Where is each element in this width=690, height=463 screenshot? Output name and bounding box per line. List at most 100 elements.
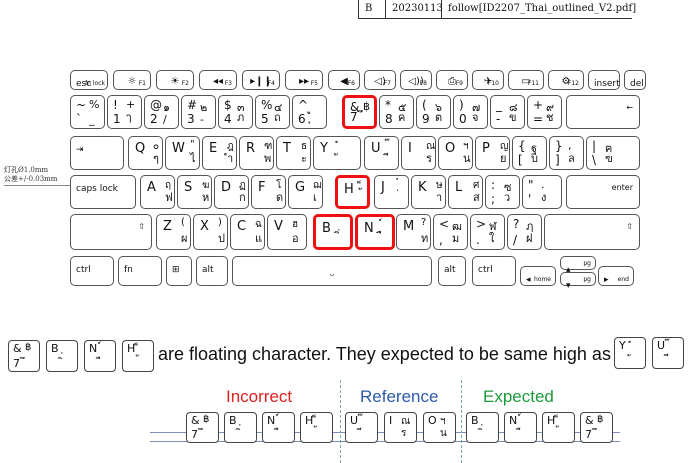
key-number_row-10[interactable]: ) 0 ๗จ	[453, 95, 488, 129]
key-home_row-2[interactable]: Sฆห	[177, 175, 212, 209]
divider-1	[340, 380, 341, 463]
key-shift-label: #	[187, 98, 198, 112]
key-function_row-7[interactable]: ◁) F7	[364, 70, 396, 90]
key-function_row-6[interactable]: ◀ F6	[328, 70, 360, 90]
key-shift_row-8[interactable]: <, ฒม	[433, 214, 468, 250]
key-number_row-6[interactable]: ^6ูุ	[292, 95, 327, 129]
key-number_row-4[interactable]: $4 ๓ภ	[218, 95, 253, 129]
key-function_row-8[interactable]: ◁)) F8	[400, 70, 432, 90]
key-bottom_row-0[interactable]: ctrl	[70, 256, 114, 286]
key-function-label: F5	[310, 80, 318, 87]
key-qwerty_row-8[interactable]: Iณร	[401, 136, 436, 170]
key-shift_row-0[interactable]: ⇧	[70, 214, 152, 250]
key-home_row-1[interactable]: Aฤฟ	[140, 175, 175, 209]
key-function_row-13[interactable]: insert	[588, 70, 620, 90]
key-qwerty_row-4[interactable]: Rฑพ	[239, 136, 274, 170]
key-home_row-10[interactable]: :; ซว	[485, 175, 520, 209]
key-bottom_row-10[interactable]: ▸ end	[598, 266, 634, 286]
key-shift_row-1[interactable]: Z (ผ	[156, 214, 191, 250]
key-qwerty_row-1[interactable]: Q๐ๆ	[128, 136, 163, 170]
key-shift_row-6[interactable]: N์ื	[355, 214, 395, 250]
key-home_row-5[interactable]: Gฌเ	[288, 175, 323, 209]
key-bottom_row-6[interactable]: ctrl	[472, 256, 516, 286]
key-shift_row-11[interactable]: ⇧	[544, 214, 640, 250]
key-shift_row-2[interactable]: X) ป	[193, 214, 228, 250]
key-number_row-0[interactable]: ~ `% _	[70, 95, 105, 129]
key-function_row-1[interactable]: ☼ F1	[113, 70, 151, 90]
key-home_row-11[interactable]: " '. ง	[522, 175, 562, 209]
key-home_row-9[interactable]: Lศส	[448, 175, 483, 209]
key-base-label: ,	[439, 233, 443, 247]
key-bottom_row-3[interactable]: alt	[196, 256, 228, 286]
key-shift-label: ~	[76, 98, 87, 112]
key-qwerty_row-3[interactable]: Eฎำ	[202, 136, 237, 170]
key-qwerty_row-13[interactable]: | \ ฅฃ	[586, 136, 640, 170]
key-sub-label: pg	[583, 276, 591, 283]
key-number_row-3[interactable]: #3 ๒-	[181, 95, 216, 129]
key-number_row-12[interactable]: + = ๙ช	[527, 95, 562, 129]
key-thai-label: ำ	[227, 152, 234, 165]
key-number_row-8[interactable]: * 8 ๕ค	[379, 95, 414, 129]
key-qwerty_row-12[interactable]: }], ล	[549, 136, 584, 170]
key-base-label: /	[513, 233, 518, 247]
sample-key-amp: &7฿ึ	[186, 412, 219, 443]
key-function_row-4[interactable]: ▸❙❙ F4	[242, 70, 280, 90]
sample-key-h: H็้	[300, 412, 333, 443]
key-function_row-9[interactable]: ⎙ F9	[436, 70, 468, 90]
key-bottom_row-9[interactable]: ▾ pg	[560, 272, 596, 291]
key-function_row-5[interactable]: ▸▸ F5	[285, 70, 323, 90]
key-qwerty_row-11[interactable]: {[ฐบ	[512, 136, 547, 170]
key-function_row-14[interactable]: del	[624, 70, 646, 90]
key-base-label: 4	[224, 112, 232, 126]
key-number_row-9[interactable]: (9 ๖ต	[416, 95, 451, 129]
key-bottom_row-4[interactable]: ⎵	[232, 256, 432, 286]
key-shift_row-9[interactable]: >. ฬใ	[470, 214, 505, 250]
key-qwerty_row-5[interactable]: Tธะ	[276, 136, 311, 170]
key-home_row-4[interactable]: Fโด	[251, 175, 286, 209]
key-function_row-0[interactable]: esc fn lock	[70, 70, 108, 90]
key-qwerty_row-6[interactable]: Yํั	[313, 136, 361, 170]
key-qwerty_row-7[interactable]: U๊ี	[364, 136, 399, 170]
key-shift-label: )	[459, 98, 464, 112]
key-number_row-5[interactable]: % 5 ๔ถ	[255, 95, 290, 129]
key-function_row-12[interactable]: ⚙ F12	[548, 70, 584, 90]
key-bottom_row-8[interactable]: ▴ pg	[560, 256, 596, 275]
key-bottom_row-1[interactable]: fn	[118, 256, 162, 286]
sample-key-u: U๊ี	[652, 337, 684, 369]
key-function-label: F9	[455, 80, 463, 87]
key-home_row-12[interactable]: enter	[566, 175, 640, 209]
key-bottom_row-7[interactable]: ◂ home	[520, 266, 556, 286]
key-home_row-6[interactable]: H็้	[335, 175, 370, 209]
key-home_row-7[interactable]: J๋่	[374, 175, 409, 209]
key-latin-label: I	[408, 141, 412, 156]
key-shift_row-5[interactable]: Bฺิ	[313, 214, 353, 250]
key-function_row-3[interactable]: ◂◂ F3	[199, 70, 237, 90]
key-number_row-1[interactable]: ! 1 + ๅ	[107, 95, 142, 129]
key-number_row-11[interactable]: _ -๘ข	[490, 95, 525, 129]
key-qwerty_row-2[interactable]: W " ไ	[165, 136, 200, 170]
key-number_row-2[interactable]: @2 ๑/	[144, 95, 179, 129]
key-shift_row-10[interactable]: ? / ฦฝ	[507, 214, 542, 250]
key-function_row-2[interactable]: ☀ F2	[156, 70, 194, 90]
key-number_row-13[interactable]: ←	[566, 95, 640, 129]
key-qwerty_row-9[interactable]: Oฯน	[438, 136, 473, 170]
key-qwerty_row-0[interactable]: ⇥	[70, 136, 124, 170]
key-label: ⇧	[138, 222, 145, 231]
key-shift_row-3[interactable]: Cฉแ	[230, 214, 265, 250]
key-home_row-3[interactable]: Dฏก	[214, 175, 249, 209]
key-home_row-8[interactable]: Kษา	[411, 175, 446, 209]
key-latin-label: U	[371, 141, 381, 156]
key-home_row-0[interactable]: caps lock	[70, 175, 136, 209]
floating-description: are floating character. They expected to…	[158, 344, 611, 364]
key-function_row-10[interactable]: ✈ F10	[472, 70, 504, 90]
key-function_row-11[interactable]: ▭ F11	[508, 70, 544, 90]
key-label: ◂	[526, 275, 531, 285]
key-number_row-7[interactable]: &7฿ึ	[342, 95, 377, 129]
key-bottom_row-5[interactable]: alt	[438, 256, 466, 286]
key-qwerty_row-10[interactable]: Pญย	[475, 136, 510, 170]
key-shift_row-4[interactable]: Vฮอ	[267, 214, 307, 250]
key-bottom_row-2[interactable]: ⊞	[166, 256, 192, 286]
key-shift_row-7[interactable]: M? ท	[396, 214, 431, 250]
caption-incorrect: Incorrect	[226, 387, 293, 406]
sample-key-b: Bฺิ	[46, 340, 78, 372]
